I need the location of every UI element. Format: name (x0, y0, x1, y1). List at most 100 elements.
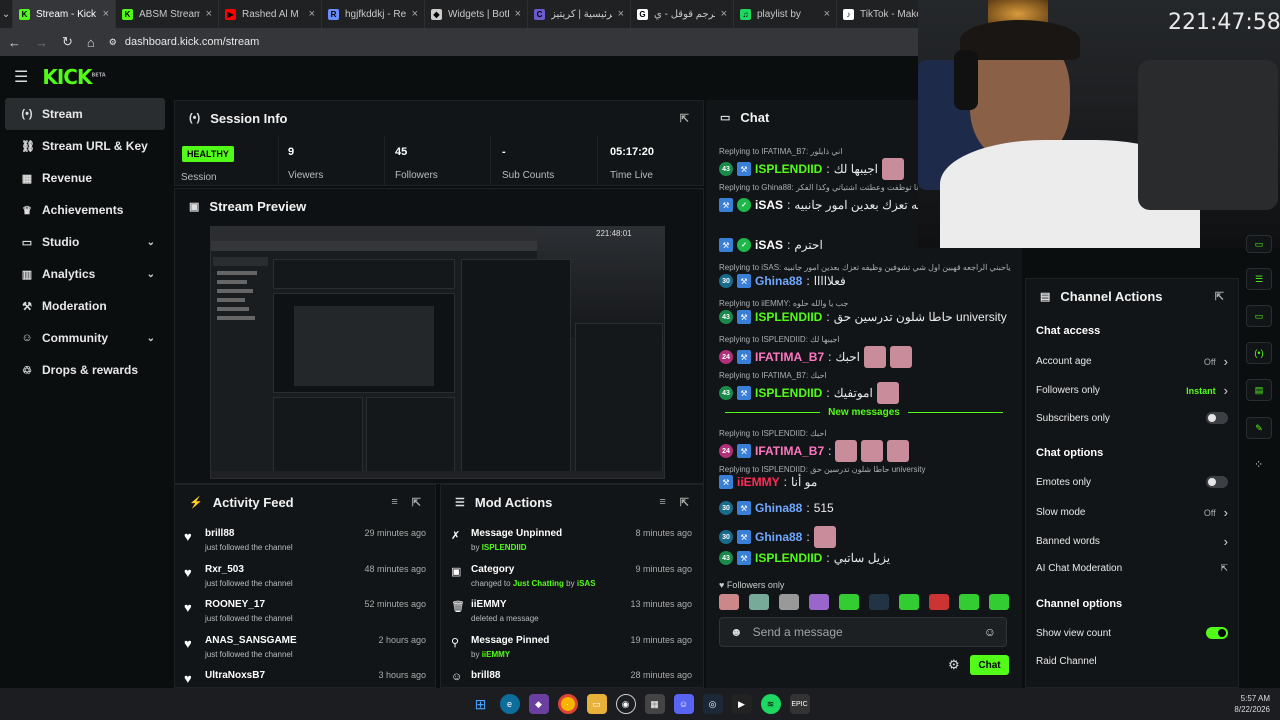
activity-item[interactable]: Rxr_503 just followed the channel 48 minut… (205, 564, 426, 588)
more-icon[interactable]: ⁘ (1254, 458, 1263, 471)
channel-action-show-view-count[interactable]: Show view count (1036, 627, 1228, 639)
chat-username[interactable]: IFATIMA_B7 (755, 444, 824, 458)
emote-image[interactable] (719, 594, 739, 610)
chat-message[interactable]: 30 ⚒ Ghina88: (719, 526, 836, 548)
rail-chat-button[interactable]: ▭ (1246, 305, 1272, 327)
obs-icon[interactable]: ◉ (615, 694, 636, 714)
close-tab-icon[interactable]: × (412, 8, 418, 20)
rail-list-button[interactable]: ☰ (1246, 268, 1272, 290)
close-tab-icon[interactable]: × (721, 8, 727, 20)
channel-action-banned-words[interactable]: Banned words › (1036, 534, 1228, 549)
chevron-right-icon[interactable]: › (1224, 534, 1228, 549)
chat-username[interactable]: ISPLENDIID (755, 162, 822, 176)
chat-username[interactable]: ISPLENDIID (755, 386, 822, 400)
windows-start-icon[interactable]: ⊞ (471, 694, 491, 714)
mod-desc-user[interactable]: ISPLENDIID (482, 543, 527, 552)
activity-item[interactable]: ANAS_SANSGAME just followed the channel 2 … (205, 635, 426, 659)
channel-action-emotes-only[interactable]: Emotes only (1036, 476, 1228, 488)
mod-action-item[interactable]: Message Unpinned by ISPLENDIID 8 minutes a… (471, 528, 692, 552)
emote-image[interactable] (869, 594, 889, 610)
browser-tab[interactable]: ◆ Widgets | BotR × (425, 0, 528, 28)
chat-message[interactable]: 24 ⚒ IFATIMA_B7: احبك (719, 346, 912, 368)
chat-username[interactable]: iiEMMY (737, 475, 780, 489)
close-tab-icon[interactable]: × (206, 8, 212, 20)
forward-icon[interactable]: → (35, 35, 48, 50)
channel-action-ai-chat-moderation[interactable]: AI Chat Moderation ⇱ (1036, 563, 1228, 574)
chat-username[interactable]: Ghina88 (755, 274, 802, 288)
chat-username[interactable]: IFATIMA_B7 (755, 350, 824, 364)
tab-list-menu[interactable]: ⌄ (0, 0, 13, 28)
emote-image[interactable] (959, 594, 979, 610)
chat-message[interactable]: 24 ⚒ IFATIMA_B7: (719, 440, 910, 462)
emote-image[interactable] (839, 594, 859, 610)
chevron-down-icon[interactable]: ⌄ (147, 333, 155, 344)
home-icon[interactable]: ⌂ (87, 35, 95, 50)
channel-action-followers-only[interactable]: Followers only Instant › (1036, 383, 1228, 398)
browser-tab[interactable]: ▶ Rashed Al M × (219, 0, 322, 28)
activity-item[interactable]: brill88 just followed the channel 29 minut… (205, 528, 426, 552)
close-tab-icon[interactable]: × (618, 8, 624, 20)
chat-message[interactable]: 43 ⚒ ISPLENDIID: يزيل ساتبي (719, 551, 890, 565)
sidebar-item-drops-rewards[interactable]: ♲ Drops & rewards (5, 354, 165, 386)
emote-image[interactable] (749, 594, 769, 610)
smiley-icon[interactable]: ☺ (984, 625, 996, 639)
discord-icon[interactable]: ☺ (673, 694, 694, 714)
chat-settings-icon[interactable]: ⚙ (948, 657, 960, 673)
chat-message[interactable]: ⚒ iiEMMY: مو أنا (719, 475, 817, 489)
reply-context[interactable]: Replying to Ghina88: انا توظفت وعطتت اشت… (719, 183, 921, 192)
sidebar-item-community[interactable]: ☺ Community ⌄ (5, 322, 165, 354)
popout-icon[interactable]: ⇱ (680, 112, 689, 125)
reply-context[interactable]: Replying to ISPLENDIID: حاطا شلون تدرسين… (719, 465, 926, 474)
chevron-right-icon[interactable]: › (1224, 505, 1228, 520)
chat-username[interactable]: ISPLENDIID (755, 310, 822, 324)
chevron-right-icon[interactable]: › (1224, 354, 1228, 369)
stream-preview-video[interactable]: 221:48:01 (210, 226, 665, 479)
close-tab-icon[interactable]: × (515, 8, 521, 20)
chat-message[interactable]: 43 ⚒ ISPLENDIID: اجيبها لك (719, 158, 904, 180)
mod-desc-user[interactable]: Just Chatting (513, 579, 564, 588)
reply-context[interactable]: Replying to IFATIMA_B7: اني ذايلور (719, 147, 842, 156)
hamburger-menu-icon[interactable]: ☰ (14, 67, 28, 87)
rail-mod-button[interactable]: ▤ (1246, 379, 1272, 401)
file-explorer-icon[interactable]: ▭ (586, 694, 607, 714)
sidebar-item-analytics[interactable]: ▥ Analytics ⌄ (5, 258, 165, 290)
close-tab-icon[interactable]: × (103, 8, 109, 20)
channel-action-raid-channel[interactable]: Raid Channel (1036, 656, 1228, 667)
browser-tab[interactable]: K ABSM Stream - × (116, 0, 219, 28)
toggle-switch[interactable] (1206, 412, 1228, 424)
store-icon[interactable]: ◆ (528, 694, 549, 714)
rail-tools-button[interactable]: ✎ (1246, 417, 1272, 439)
chrome-icon[interactable]: · (557, 694, 578, 714)
popout-icon[interactable]: ⇱ (680, 496, 689, 509)
reply-context[interactable]: Replying to ISPLENDIID: اجيبها لك (719, 335, 840, 344)
send-chat-button[interactable]: Chat (970, 655, 1009, 675)
emote-image[interactable] (809, 594, 829, 610)
chat-message[interactable]: 43 ⚒ ISPLENDIID: حاطا شلون تدرسين حق univer… (719, 310, 1007, 324)
activity-item[interactable]: UltraNoxsB7 3 hours ago (205, 670, 426, 681)
reply-context[interactable]: Replying to ISPLENDIID: احبك (719, 429, 826, 438)
toggle-switch[interactable] (1206, 476, 1228, 488)
channel-action-subscribers-only[interactable]: Subscribers only (1036, 412, 1228, 424)
browser-tab[interactable]: ♫ playlist by × (734, 0, 837, 28)
chat-username[interactable]: iSAS (755, 238, 783, 252)
chat-username[interactable]: ISPLENDIID (755, 551, 822, 565)
calculator-icon[interactable]: ▦ (644, 694, 665, 714)
mod-desc-user2[interactable]: iSAS (577, 579, 596, 588)
sidebar-item-moderation[interactable]: ⚒ Moderation (5, 290, 165, 322)
emote-image[interactable] (929, 594, 949, 610)
steam-icon[interactable]: ◎ (702, 694, 723, 714)
chevron-down-icon[interactable]: ⌄ (147, 237, 155, 248)
chat-input[interactable]: ☻ Send a message ☺ (719, 617, 1007, 647)
emote-picker-icon[interactable]: ☻ (730, 625, 743, 639)
epic-games-icon[interactable]: EPIC (789, 694, 810, 714)
external-link-icon[interactable]: ⇱ (1220, 563, 1228, 574)
browser-tab[interactable]: C الرئيسية | كريتيز × (528, 0, 631, 28)
mod-action-item[interactable]: iiEMMY deleted a message 13 minutes ago (471, 599, 692, 623)
spotify-icon[interactable]: ≋ (760, 694, 781, 714)
mod-action-item[interactable]: Category changed to Just Chatting by iSAS… (471, 564, 692, 588)
sidebar-item-stream-url-key[interactable]: ⛓ Stream URL & Key (5, 130, 165, 162)
filter-icon[interactable]: ≡ (391, 496, 397, 509)
sidebar-item-studio[interactable]: ▭ Studio ⌄ (5, 226, 165, 258)
chevron-right-icon[interactable]: › (1224, 383, 1228, 398)
chat-message[interactable]: ⚒ ✓ iSAS: احترم (719, 238, 823, 252)
